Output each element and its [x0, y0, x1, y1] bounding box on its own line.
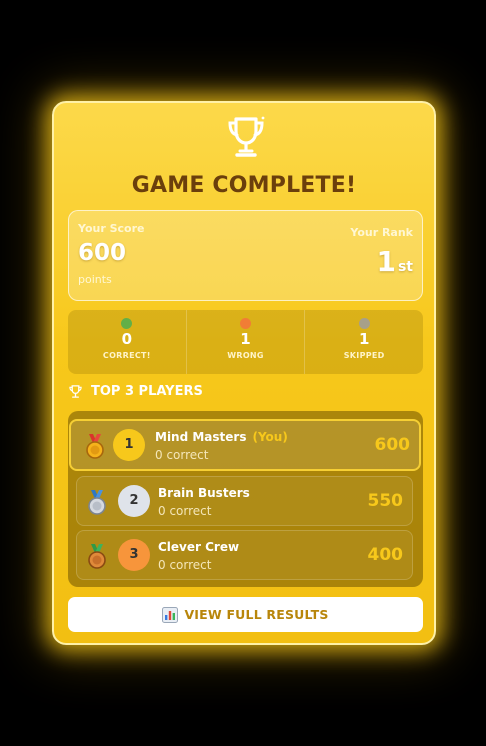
leaderboard-row-1: 1 Mind Masters (You) 0 correct 600	[69, 419, 421, 471]
player-name: Mind Masters (You)	[155, 430, 288, 444]
stat-correct-value: 0	[121, 330, 133, 348]
rank-number: 1	[376, 245, 396, 278]
small-trophy-icon	[69, 385, 82, 398]
player-correct: 0 correct	[158, 558, 212, 572]
rank-label: Your Rank	[350, 226, 413, 239]
rank-suffix: st	[397, 259, 413, 275]
player-name: Brain Busters	[158, 486, 250, 500]
leaderboard-row-2: 2 Brain Busters 0 correct 550	[76, 476, 413, 526]
player-score: 550	[367, 491, 404, 511]
player-name: Clever Crew	[158, 540, 240, 554]
game-complete-card: GAME COMPLETE! Your Score 600 points You…	[52, 101, 436, 645]
bronze-medal-icon	[88, 544, 106, 569]
gold-medal-icon	[86, 434, 104, 459]
player-correct: 0 correct	[155, 448, 209, 462]
player-name-text: Mind Masters	[155, 430, 247, 444]
stat-skipped-label: SKIPPED	[343, 351, 385, 360]
stat-wrong-value: 1	[240, 330, 251, 348]
score-label: Your Score	[78, 222, 145, 235]
page-title: GAME COMPLETE!	[131, 173, 357, 198]
bar-chart-icon	[162, 606, 179, 623]
player-score: 600	[374, 435, 411, 455]
rank-value: 1st	[376, 245, 413, 278]
stat-wrong: 1 WRONG	[185, 310, 305, 374]
answer-stats: 0 CORRECT! 1 WRONG 1 SKIPPED	[68, 310, 423, 374]
stat-skipped: 1 SKIPPED	[304, 310, 423, 374]
stat-correct-label: CORRECT!	[102, 351, 151, 360]
leaderboard-header: TOP 3 PLAYERS	[68, 384, 203, 399]
leaderboard-title: TOP 3 PLAYERS	[91, 384, 203, 399]
score-unit: points	[78, 273, 112, 286]
score-value: 600	[78, 240, 127, 266]
you-tag: (You)	[252, 430, 288, 444]
view-full-results-button[interactable]: VIEW FULL RESULTS	[68, 597, 423, 632]
silver-medal-icon	[88, 490, 106, 515]
leaderboard-row-3: 3 Clever Crew 0 correct 400	[76, 530, 413, 580]
trophy-icon	[228, 116, 265, 157]
rank-badge: 3	[118, 539, 150, 571]
rank-badge: 2	[118, 485, 150, 517]
stat-wrong-label: WRONG	[227, 351, 264, 360]
view-full-results-label: VIEW FULL RESULTS	[184, 607, 329, 622]
player-score: 400	[367, 545, 404, 565]
leaderboard-list: 1 Mind Masters (You) 0 correct 600 2 Brai…	[68, 411, 423, 587]
stat-skipped-value: 1	[358, 330, 370, 348]
cross-icon	[240, 318, 251, 329]
skip-icon	[358, 318, 370, 329]
score-panel: Your Score 600 points Your Rank 1st	[68, 210, 423, 301]
player-correct: 0 correct	[158, 504, 212, 518]
rank-badge: 1	[113, 429, 145, 461]
stat-correct: 0 CORRECT!	[68, 310, 186, 374]
check-icon	[121, 318, 133, 329]
